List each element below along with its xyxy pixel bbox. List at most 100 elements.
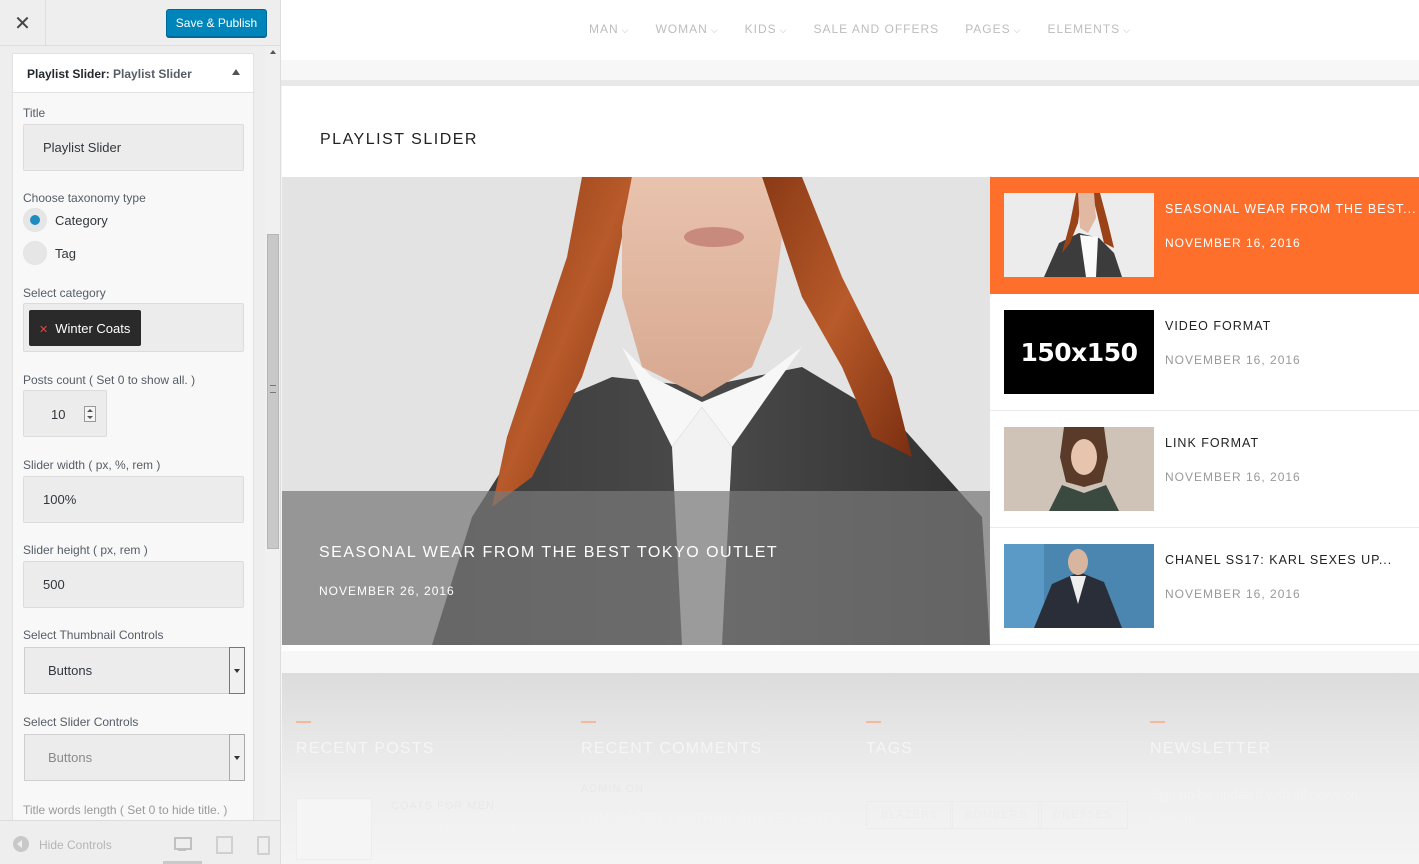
nav-item-pages[interactable]: PAGES ⌵ xyxy=(965,22,1021,36)
placeholder-thumbnail: 150x150 xyxy=(1004,310,1154,394)
playlist-list: SEASONAL WEAR FROM THE BEST... NOVEMBER … xyxy=(990,177,1419,645)
playlist-thumbnail xyxy=(1004,544,1154,628)
category-chip: ✕ Winter Coats xyxy=(29,310,141,346)
playlist-slider-widget: PLAYLIST SLIDER SEASONAL WEAR FROM THE B… xyxy=(282,86,1419,651)
playlist-item[interactable]: 150x150 VIDEO FORMAT NOVEMBER 16, 2016 xyxy=(990,294,1419,411)
save-publish-button[interactable]: Save & Publish xyxy=(166,9,267,37)
chevron-down-icon: ⌵ xyxy=(710,26,719,36)
grip-icon xyxy=(270,385,276,393)
tag-radio-label[interactable]: Tag xyxy=(55,246,76,261)
nav-item-kids[interactable]: KIDS ⌵ xyxy=(745,22,788,36)
section-header[interactable]: Playlist Slider: Playlist Slider xyxy=(13,53,253,93)
tablet-preview-icon[interactable] xyxy=(213,834,235,856)
comment-post-link[interactable]: LAMINATED LEATHER ANKLE BOOTS xyxy=(581,810,841,825)
collapse-arrow-icon[interactable] xyxy=(232,69,240,75)
slider-width-input[interactable]: 100% xyxy=(23,476,244,523)
newsletter-text: Sign up be updated with all news on xyxy=(1150,787,1359,802)
playlist-item[interactable]: SEASONAL WEAR FROM THE BEST... NOVEMBER … xyxy=(990,177,1419,294)
playlist-item-title[interactable]: SEASONAL WEAR FROM THE BEST... xyxy=(1165,202,1417,216)
mobile-preview-icon[interactable] xyxy=(253,834,275,856)
hide-controls-button[interactable]: Hide Controls xyxy=(39,838,112,852)
widget-settings-section: Playlist Slider: Playlist Slider Title P… xyxy=(12,53,254,843)
site-footer: RECENT POSTS COATS FOR MEN WHAT TO WEAR … xyxy=(282,673,1419,864)
nav-item-sale-and-offers[interactable]: SALE AND OFFERS xyxy=(813,22,939,36)
scroll-up-icon[interactable] xyxy=(270,50,276,54)
category-label: Select category xyxy=(23,286,106,300)
footer-title: RECENT COMMENTS xyxy=(581,740,763,757)
hero-caption: SEASONAL WEAR FROM THE BEST TOKYO OUTLET… xyxy=(282,491,990,645)
panel-scrollbar[interactable] xyxy=(265,46,280,820)
posts-count-input[interactable]: 10 xyxy=(23,390,107,437)
main-navigation: MAN ⌵ WOMAN ⌵ KIDS ⌵ SALE AND OFFERS PAGES ⌵… xyxy=(281,22,1419,36)
slider-height-label: Slider height ( px, rem ) xyxy=(23,543,148,557)
category-radio-label[interactable]: Category xyxy=(55,213,108,228)
playlist-item-date: NOVEMBER 16, 2016 xyxy=(1165,470,1301,484)
number-stepper-icon[interactable] xyxy=(84,406,96,422)
chevron-down-icon: ⌵ xyxy=(1013,26,1022,36)
title-words-label: Title words length ( Set 0 to hide title… xyxy=(23,803,228,817)
posts-count-value: 10 xyxy=(51,407,66,422)
newsletter-text: fashion! xyxy=(1150,813,1196,828)
slider-height-input[interactable]: 500 xyxy=(23,561,244,608)
customizer-header: ✕ Save & Publish xyxy=(0,0,280,46)
thumbnail-controls-select[interactable]: Buttons xyxy=(24,647,245,694)
chevron-down-icon[interactable] xyxy=(229,647,245,694)
footer-spacer xyxy=(281,651,1419,673)
recent-post-title[interactable]: WHAT TO WEAR THIS... xyxy=(391,821,556,836)
hero-date: NOVEMBER 26, 2016 xyxy=(319,584,455,598)
thumbnail-controls-value: Buttons xyxy=(48,663,93,678)
close-customizer-button[interactable]: ✕ xyxy=(0,0,46,46)
scrollbar-thumb[interactable] xyxy=(267,234,279,549)
chevron-down-icon: ⌵ xyxy=(779,26,788,36)
nav-item-woman[interactable]: WOMAN ⌵ xyxy=(655,22,718,36)
tag-bombers[interactable]: BOMBERS xyxy=(950,801,1043,829)
close-icon[interactable]: ✕ xyxy=(14,11,31,35)
chevron-down-icon[interactable] xyxy=(229,734,245,781)
site-header: MAN ⌵ WOMAN ⌵ KIDS ⌵ SALE AND OFFERS PAGES ⌵… xyxy=(281,0,1419,60)
tag-radio[interactable] xyxy=(23,241,47,265)
category-chip-label: Winter Coats xyxy=(55,320,131,336)
collapse-icon[interactable] xyxy=(13,836,29,852)
customizer-panel: ✕ Save & Publish Playlist Slider: Playli… xyxy=(0,0,281,864)
nav-item-elements[interactable]: ELEMENTS ⌵ xyxy=(1047,22,1131,36)
desktop-preview-icon[interactable] xyxy=(172,834,194,856)
playlist-thumbnail xyxy=(1004,193,1154,277)
section-title-name: Playlist Slider xyxy=(113,67,192,81)
chevron-down-icon: ⌵ xyxy=(1123,26,1131,36)
hero-slide[interactable]: SEASONAL WEAR FROM THE BEST TOKYO OUTLET… xyxy=(282,177,990,645)
footer-title: NEWSLETTER xyxy=(1150,740,1272,757)
playlist-item-title[interactable]: VIDEO FORMAT xyxy=(1165,319,1271,333)
title-input[interactable]: Playlist Slider xyxy=(23,124,244,171)
tag-dresses[interactable]: DRESSES xyxy=(1038,801,1128,829)
hero-title[interactable]: SEASONAL WEAR FROM THE BEST TOKYO OUTLET xyxy=(319,544,778,562)
taxonomy-label: Choose taxonomy type xyxy=(23,191,146,205)
site-preview: MAN ⌵ WOMAN ⌵ KIDS ⌵ SALE AND OFFERS PAGES ⌵… xyxy=(281,0,1419,864)
slider-controls-select[interactable]: Buttons xyxy=(24,734,245,781)
recent-post-category[interactable]: COATS FOR MEN xyxy=(391,800,495,812)
title-label: Title xyxy=(23,106,46,120)
header-spacer xyxy=(281,60,1419,80)
tag-blazers[interactable]: BLAZERS xyxy=(866,801,954,829)
widget-title: PLAYLIST SLIDER xyxy=(320,131,478,148)
playlist-item[interactable]: LINK FORMAT NOVEMBER 16, 2016 xyxy=(990,411,1419,528)
customizer-footer: Hide Controls xyxy=(0,820,280,864)
playlist-item-title[interactable]: CHANEL SS17: KARL SEXES UP... xyxy=(1165,553,1392,567)
slider-width-label: Slider width ( px, %, rem ) xyxy=(23,458,161,472)
remove-chip-icon[interactable]: ✕ xyxy=(39,323,48,336)
posts-count-label: Posts count ( Set 0 to show all. ) xyxy=(23,373,196,387)
playlist-item-title[interactable]: LINK FORMAT xyxy=(1165,436,1259,450)
thumbnail-controls-label: Select Thumbnail Controls xyxy=(23,628,164,642)
slider-controls-value: Buttons xyxy=(48,750,93,765)
section-title-prefix: Playlist Slider: xyxy=(27,67,110,81)
playlist-thumbnail xyxy=(1004,427,1154,511)
playlist-item[interactable]: CHANEL SS17: KARL SEXES UP... NOVEMBER 1… xyxy=(990,528,1419,645)
title-accent xyxy=(581,721,596,723)
nav-item-man[interactable]: MAN ⌵ xyxy=(589,22,630,36)
category-radio[interactable] xyxy=(23,208,47,232)
recent-post-thumbnail[interactable] xyxy=(296,798,372,860)
playlist-item-date: NOVEMBER 16, 2016 xyxy=(1165,353,1301,367)
playlist-item-date: NOVEMBER 16, 2016 xyxy=(1165,587,1301,601)
slider-controls-label: Select Slider Controls xyxy=(23,715,139,729)
chevron-down-icon: ⌵ xyxy=(621,26,630,36)
footer-title: RECENT POSTS xyxy=(296,740,435,757)
